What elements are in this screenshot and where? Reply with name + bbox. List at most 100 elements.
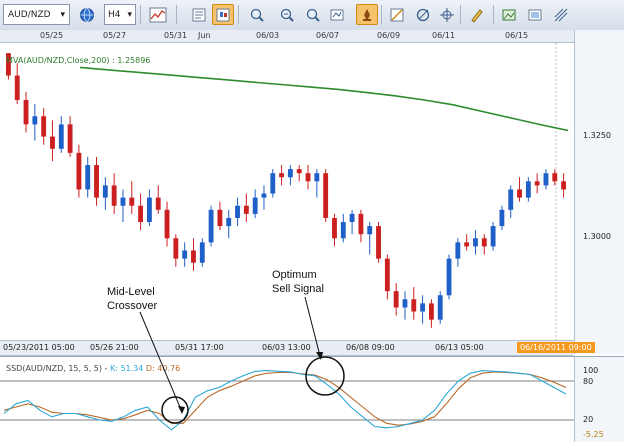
pencil-icon[interactable] xyxy=(466,4,488,25)
top-date-label: 06/15 xyxy=(505,31,529,40)
bullish-candle xyxy=(525,181,531,198)
bearish-candle xyxy=(50,136,55,149)
bullish-candle xyxy=(543,173,549,186)
bearish-candle xyxy=(243,205,249,214)
top-date-label: 06/07 xyxy=(316,31,340,40)
bullish-candle xyxy=(252,197,258,214)
top-date-label: 06/11 xyxy=(432,31,456,40)
bearish-candle xyxy=(411,299,417,312)
bearish-candle xyxy=(376,226,381,259)
bottom-date-axis: 05/23/2011 05:00 05/26 21:00 05/31 17:00… xyxy=(0,340,595,356)
annotation-line: Sell Signal xyxy=(272,283,324,295)
bearish-candle xyxy=(111,185,117,206)
top-date-label: 05/25 xyxy=(40,31,64,40)
timeframe-select[interactable]: H4 ▾ xyxy=(104,4,136,25)
bottom-date-label: 05/31 17:00 xyxy=(175,343,224,352)
optimum-annotation: Optimum Sell Signal xyxy=(272,268,324,296)
bearish-candle xyxy=(428,303,434,320)
bullish-candle xyxy=(340,222,346,239)
chart-type-icon[interactable] xyxy=(212,4,234,25)
bearish-candle xyxy=(155,197,161,210)
bullish-candle xyxy=(287,169,293,178)
bottom-date-label: 06/08 09:00 xyxy=(346,343,395,352)
bullish-candle xyxy=(199,242,205,263)
bearish-candle xyxy=(384,258,390,292)
bearish-candle xyxy=(305,173,311,182)
top-date-label: Jun xyxy=(198,31,211,40)
bullish-candle xyxy=(437,295,443,320)
draw-icon[interactable] xyxy=(412,4,434,25)
top-date-label: 05/31 xyxy=(164,31,188,40)
bearish-candle xyxy=(164,209,170,239)
symbol-label: AUD/NZD xyxy=(8,9,51,20)
ssd-label: SSD(AUD/NZD, 15, 5, 5) - K: 51.34 D: 40.… xyxy=(6,364,180,373)
bearish-candle xyxy=(481,238,487,247)
bearish-candle xyxy=(76,152,82,190)
level-label: 20 xyxy=(583,415,594,424)
top-date-axis: 05/25 05/27 05/31 Jun 06/03 06/07 06/09 … xyxy=(0,30,574,43)
current-date-badge: 06/16/2011 09:00 xyxy=(517,342,595,353)
bullish-candle xyxy=(508,189,514,210)
bullish-candle xyxy=(455,242,461,259)
toolbar-divider xyxy=(176,5,177,24)
symbol-select[interactable]: AUD/NZD ▾ xyxy=(3,4,70,25)
bullish-candle xyxy=(420,303,426,312)
zoom-fit-icon[interactable] xyxy=(326,4,348,25)
bearish-candle xyxy=(129,197,135,206)
marker-icon[interactable] xyxy=(356,4,378,25)
toolbar-divider xyxy=(381,5,382,24)
picture-icon[interactable] xyxy=(498,4,520,25)
ssd-label-prefix: SSD(AUD/NZD, 15, 5, 5) - xyxy=(6,364,108,373)
price-axis[interactable]: 1.3250 1.3000 xyxy=(574,30,624,354)
bearish-candle xyxy=(393,291,399,308)
annotation-line: Mid-Level xyxy=(107,286,155,298)
bullish-candle xyxy=(314,173,320,182)
k-line xyxy=(3,370,567,431)
ssd-k-label: K: 51.34 xyxy=(109,364,144,373)
bearish-candle xyxy=(534,181,540,186)
toolbar-divider xyxy=(140,5,141,24)
bullish-candle xyxy=(490,226,496,247)
crosshair-icon[interactable] xyxy=(436,4,458,25)
bottom-date-label: 05/23/2011 05:00 xyxy=(3,343,75,352)
picture-box-icon[interactable] xyxy=(524,4,546,25)
bullish-candle xyxy=(146,197,152,223)
line-chart-icon[interactable] xyxy=(147,4,169,25)
toolbar-divider xyxy=(460,5,461,24)
moving-average-line xyxy=(79,66,569,132)
bullish-candle xyxy=(102,185,108,198)
bearish-candle xyxy=(552,173,558,182)
bearish-candle xyxy=(23,99,29,125)
bearish-candle xyxy=(517,189,522,198)
price-label: 1.3250 xyxy=(583,131,611,140)
bullish-candle xyxy=(58,124,64,149)
zoom-in-icon[interactable] xyxy=(246,4,268,25)
fibonacci-icon[interactable] xyxy=(550,4,572,25)
bearish-candle xyxy=(332,217,337,239)
bullish-candle xyxy=(226,217,232,227)
globe-icon[interactable] xyxy=(76,4,98,25)
bullish-candle xyxy=(32,116,38,125)
trendline-icon[interactable] xyxy=(386,4,408,25)
toolbar-divider xyxy=(493,5,494,24)
bearish-candle xyxy=(561,181,567,190)
chevron-down-icon: ▾ xyxy=(60,9,65,20)
zoom-search-icon[interactable] xyxy=(302,4,324,25)
bearish-candle xyxy=(67,124,73,153)
bearish-candle xyxy=(464,242,470,247)
bullish-candle xyxy=(499,209,505,227)
price-label: 1.3000 xyxy=(583,232,611,241)
bullish-candle xyxy=(367,226,373,235)
bearish-candle xyxy=(94,165,99,198)
properties-icon[interactable] xyxy=(188,4,210,25)
zoom-out-icon[interactable] xyxy=(276,4,298,25)
bullish-candle xyxy=(270,173,276,194)
level-label: 80 xyxy=(583,377,594,386)
bearish-candle xyxy=(296,169,302,174)
bearish-candle xyxy=(138,205,144,223)
ssd-d-label: D: 40.76 xyxy=(145,364,181,373)
top-date-label: 06/09 xyxy=(377,31,401,40)
toolbar-divider xyxy=(238,5,239,24)
bearish-candle xyxy=(173,238,179,259)
bullish-candle xyxy=(235,205,240,218)
